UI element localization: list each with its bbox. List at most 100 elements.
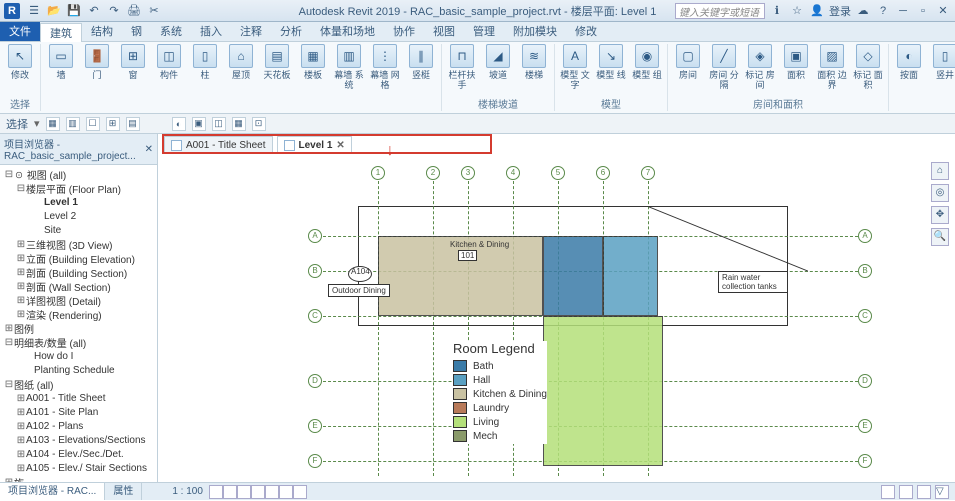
status-tab-properties[interactable]: 属性 (105, 483, 142, 500)
tree-twisty[interactable]: ⊟ (4, 337, 14, 348)
grid-bubble[interactable]: E (858, 419, 872, 433)
ribbon-button[interactable]: ◇标记 面积 (852, 44, 884, 90)
tree-twisty[interactable]: ⊞ (16, 393, 26, 404)
opt-icon[interactable]: ▤ (126, 117, 140, 131)
close-button[interactable]: ✕ (935, 3, 951, 19)
ribbon-button[interactable]: ⊞窗 (117, 44, 149, 80)
status-icon[interactable] (209, 485, 223, 499)
tree-node[interactable]: ⊞A103 - Elevations/Sections (0, 433, 157, 447)
ribbon-button[interactable]: ⋮幕墙 网格 (369, 44, 401, 90)
document-tab[interactable]: Level 1✕ (277, 136, 352, 154)
grid-bubble[interactable]: A (308, 229, 322, 243)
section-tag[interactable]: A104 (348, 266, 372, 282)
grid-bubble[interactable]: 7 (641, 166, 655, 180)
ribbon-button[interactable]: ◉模型 组 (631, 44, 663, 80)
help-icon[interactable]: ? (875, 3, 891, 19)
opt-icon[interactable]: ▣ (192, 117, 206, 131)
info-icon[interactable]: ℹ (769, 3, 785, 19)
status-icon[interactable] (881, 485, 895, 499)
opt-icon[interactable]: ▦ (232, 117, 246, 131)
star-icon[interactable]: ☆ (789, 3, 805, 19)
ribbon-tab[interactable]: 插入 (191, 22, 231, 41)
login-label[interactable]: 登录 (829, 3, 851, 19)
grid-line[interactable] (433, 176, 434, 476)
room-fill[interactable] (543, 236, 603, 316)
tree-node[interactable]: ⊟图纸 (all) (0, 377, 157, 391)
status-icon[interactable] (237, 485, 251, 499)
opt-icon[interactable]: ⊞ (106, 117, 120, 131)
ribbon-tab[interactable]: 分析 (271, 22, 311, 41)
tree-node[interactable]: ⊞A104 - Elev./Sec./Det. (0, 447, 157, 461)
tree-node[interactable]: Level 2 (0, 209, 157, 223)
grid-bubble[interactable]: C (308, 309, 322, 323)
ribbon-button[interactable]: ◢坡道 (482, 44, 514, 80)
grid-bubble[interactable]: A (858, 229, 872, 243)
tree-node[interactable]: Site (0, 223, 157, 237)
ribbon-button[interactable]: ◫构件 (153, 44, 185, 80)
qat-button[interactable]: ↷ (106, 3, 122, 19)
tree-twisty[interactable]: ⊞ (16, 253, 26, 264)
tree-node[interactable]: ⊟楼层平面 (Floor Plan) (0, 181, 157, 195)
opt-icon[interactable]: ▦ (46, 117, 60, 131)
ribbon-button[interactable]: ⊓栏杆扶手 (446, 44, 478, 90)
qat-button[interactable]: ↶ (86, 3, 102, 19)
filter-icon[interactable]: ▽ (935, 485, 949, 499)
tree-node[interactable]: Planting Schedule (0, 363, 157, 377)
grid-line[interactable] (378, 176, 379, 476)
tree-node[interactable]: ⊞A102 - Plans (0, 419, 157, 433)
qat-button[interactable]: 📂 (46, 3, 62, 19)
tree-node[interactable]: ⊞详图视图 (Detail) (0, 293, 157, 307)
ribbon-button[interactable]: ▭墙 (45, 44, 77, 80)
zoom-icon[interactable]: 🔍 (931, 228, 949, 246)
ribbon-button[interactable]: ∥竖梃 (405, 44, 437, 80)
tree-node[interactable]: ⊟明细表/数量 (all) (0, 335, 157, 349)
ribbon-tab[interactable]: 附加模块 (504, 22, 566, 41)
ribbon-button[interactable]: ╱房间 分隔 (708, 44, 740, 90)
tree-node[interactable]: ⊞A105 - Elev./ Stair Sections (0, 461, 157, 475)
ribbon-button[interactable]: ▯竖井 (929, 44, 955, 80)
view-scale[interactable]: 1 : 100 (172, 486, 203, 497)
ribbon-tab[interactable]: 建筑 (40, 23, 82, 42)
tree-twisty[interactable]: ⊟ (16, 183, 26, 194)
tree-twisty[interactable]: ⊟ (4, 379, 14, 390)
grid-bubble[interactable]: E (308, 419, 322, 433)
tree-node[interactable]: ⊞渲染 (Rendering) (0, 307, 157, 321)
ribbon-button[interactable]: ▣面积 (780, 44, 812, 80)
grid-bubble[interactable]: 4 (506, 166, 520, 180)
grid-bubble[interactable]: 5 (551, 166, 565, 180)
grid-bubble[interactable]: F (308, 454, 322, 468)
ribbon-button[interactable]: 🚪门 (81, 44, 113, 80)
tree-twisty[interactable]: ⊞ (16, 239, 26, 250)
ribbon-tab[interactable]: 视图 (424, 22, 464, 41)
ribbon-button[interactable]: A模型 文字 (559, 44, 591, 90)
ribbon-button[interactable]: ▢房间 (672, 44, 704, 80)
ribbon-tab[interactable]: 协作 (384, 22, 424, 41)
ribbon-button[interactable]: ▯柱 (189, 44, 221, 80)
status-tab-browser[interactable]: 项目浏览器 - RAC... (0, 483, 105, 500)
home-icon[interactable]: ⌂ (931, 162, 949, 180)
ribbon-tab[interactable]: 文件 (0, 22, 40, 41)
status-icon[interactable] (917, 485, 931, 499)
tree-node[interactable]: ⊞图例 (0, 321, 157, 335)
ribbon-button[interactable]: ▤天花板 (261, 44, 293, 80)
grid-bubble[interactable]: 2 (426, 166, 440, 180)
opt-icon[interactable]: ☐ (86, 117, 100, 131)
close-icon[interactable]: ✕ (145, 144, 153, 155)
tree-node[interactable]: How do I (0, 349, 157, 363)
tree-twisty[interactable]: ⊞ (16, 267, 26, 278)
tree-twisty[interactable]: ⊞ (16, 407, 26, 418)
tree-node[interactable]: ⊞立面 (Building Elevation) (0, 251, 157, 265)
ribbon-tab[interactable]: 系统 (151, 22, 191, 41)
grid-bubble[interactable]: D (308, 374, 322, 388)
tree-node[interactable]: ⊞剖面 (Building Section) (0, 265, 157, 279)
tree-twisty[interactable]: ⊞ (16, 295, 26, 306)
status-icon[interactable] (265, 485, 279, 499)
ribbon-button[interactable]: ≋楼梯 (518, 44, 550, 80)
grid-bubble[interactable]: B (858, 264, 872, 278)
grid-bubble[interactable]: B (308, 264, 322, 278)
ribbon-button[interactable]: ◐按面 (893, 44, 925, 80)
tree-node[interactable]: ⊞三维视图 (3D View) (0, 237, 157, 251)
user-icon[interactable]: 👤 (809, 3, 825, 19)
opt-icon[interactable]: ◐ (172, 117, 186, 131)
ribbon-button[interactable]: ⌂屋顶 (225, 44, 257, 80)
